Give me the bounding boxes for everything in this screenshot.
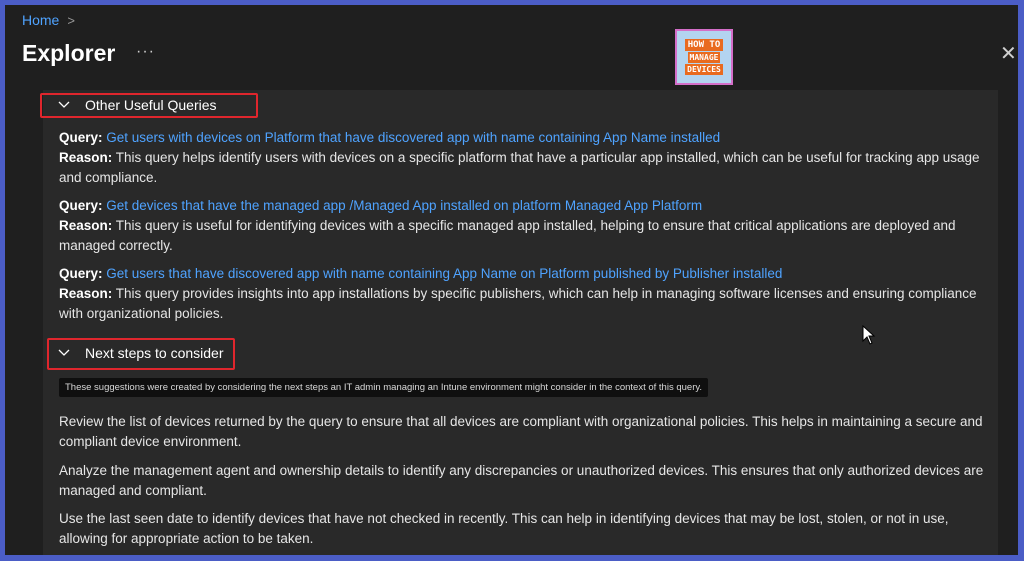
section-header-other-queries[interactable]: Other Useful Queries bbox=[57, 97, 217, 113]
breadcrumb-home-link[interactable]: Home bbox=[22, 12, 59, 28]
chevron-down-icon bbox=[58, 101, 70, 108]
breadcrumb-separator: > bbox=[67, 12, 75, 28]
reason-text: This query provides insights into app in… bbox=[59, 286, 977, 321]
page-title: Explorer bbox=[22, 40, 116, 66]
query-item: Query: Get users that have discovered ap… bbox=[59, 264, 984, 324]
query-item: Query: Get devices that have the managed… bbox=[59, 196, 984, 256]
reason-label: Reason: bbox=[59, 150, 113, 165]
query-link[interactable]: Get users that have discovered app with … bbox=[106, 266, 782, 281]
logo-text-line1: HOW TO bbox=[684, 39, 724, 51]
close-icon[interactable]: ✕ bbox=[1000, 44, 1017, 64]
mouse-cursor-icon bbox=[862, 325, 876, 345]
more-options-button[interactable]: ··· bbox=[136, 43, 155, 61]
query-link[interactable]: Get users with devices on Platform that … bbox=[106, 130, 720, 145]
logo-text-line2: MANAGE bbox=[687, 52, 721, 63]
query-label: Query: bbox=[59, 130, 103, 145]
query-link[interactable]: Get devices that have the managed app /M… bbox=[106, 198, 702, 213]
reason-label: Reason: bbox=[59, 218, 113, 233]
results-content: Other Useful Queries Query: Get users wi… bbox=[40, 90, 998, 555]
query-label: Query: bbox=[59, 198, 103, 213]
chevron-down-icon bbox=[58, 349, 70, 356]
reason-label: Reason: bbox=[59, 286, 113, 301]
next-step-item: Review the list of devices returned by t… bbox=[59, 414, 983, 449]
query-label: Query: bbox=[59, 266, 103, 281]
section-title-next-steps: Next steps to consider bbox=[85, 345, 224, 361]
reason-text: This query helps identify users with dev… bbox=[59, 150, 980, 185]
section-header-next-steps[interactable]: Next steps to consider bbox=[57, 345, 224, 361]
tooltip: These suggestions were created by consid… bbox=[59, 378, 709, 397]
brand-logo: HOW TO MANAGE DEVICES bbox=[675, 29, 733, 85]
explorer-panel: Home > Explorer ··· ✕ HOW TO MANAGE DEVI… bbox=[5, 5, 1018, 555]
logo-text-line3: DEVICES bbox=[685, 64, 723, 75]
reason-text: This query is useful for identifying dev… bbox=[59, 218, 956, 253]
query-item: Query: Get users with devices on Platfor… bbox=[59, 128, 984, 188]
next-step-item: Use the last seen date to identify devic… bbox=[59, 511, 949, 546]
breadcrumb: Home > bbox=[22, 12, 75, 28]
next-step-item: Analyze the management agent and ownersh… bbox=[59, 463, 984, 498]
section-title-other-queries: Other Useful Queries bbox=[85, 97, 217, 113]
